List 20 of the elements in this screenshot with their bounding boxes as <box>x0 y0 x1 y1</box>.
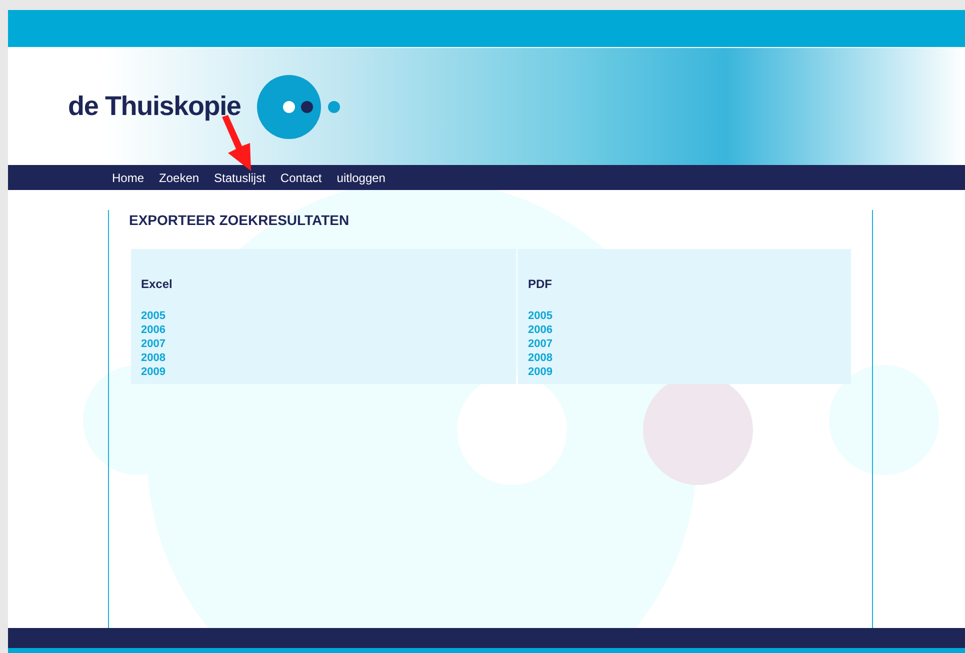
nav-link[interactable]: Statuslijst <box>214 168 266 186</box>
year-link[interactable]: 2009 <box>528 365 552 379</box>
year-link[interactable]: 2007 <box>141 337 166 351</box>
year-link[interactable]: 2009 <box>141 365 166 379</box>
year-link[interactable]: 2006 <box>528 323 552 337</box>
year-link[interactable]: 2008 <box>141 351 166 365</box>
nav-link[interactable]: Home <box>112 168 144 186</box>
panel-heading: PDF <box>528 276 553 293</box>
logo-text: de Thuiskopie <box>68 90 241 124</box>
nav-link[interactable]: Contact <box>280 168 322 186</box>
year-link[interactable]: 2005 <box>141 309 166 323</box>
logo-circles-icon <box>256 74 341 138</box>
page-title: EXPORTEER ZOEKRESULTATEN <box>129 211 350 230</box>
panel-heading: Excel <box>141 276 174 293</box>
year-link[interactable]: 2006 <box>141 323 166 337</box>
year-link[interactable]: 2005 <box>528 309 552 323</box>
year-link[interactable]: 2007 <box>528 337 552 351</box>
year-link[interactable]: 2008 <box>528 351 552 365</box>
nav-link[interactable]: uitloggen <box>336 168 386 186</box>
nav-link[interactable]: Zoeken <box>159 168 200 186</box>
